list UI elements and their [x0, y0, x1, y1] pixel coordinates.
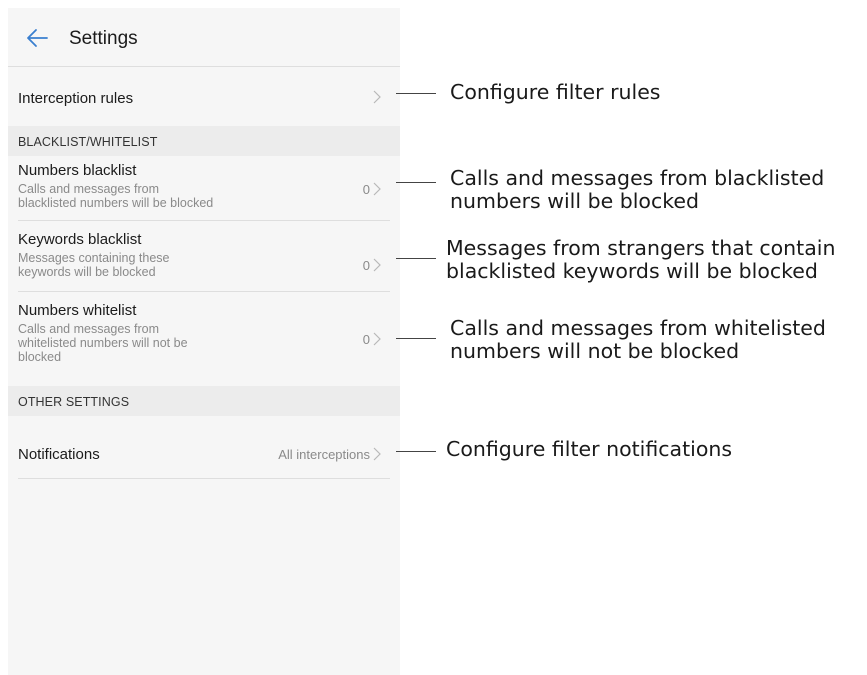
- callout-keywords-blacklist: Messages from strangers that contain bla…: [446, 237, 835, 283]
- numbers-whitelist-count: 0: [362, 332, 370, 347]
- section-header-label: BLACKLIST/WHITELIST: [18, 135, 158, 149]
- chevron-right-icon: [373, 258, 381, 272]
- description-line: Calls and messages from: [18, 182, 160, 196]
- callout-numbers-blacklist: Calls and messages from blacklisted numb…: [450, 167, 824, 213]
- notifications-item[interactable]: Notifications All interceptions: [8, 416, 400, 480]
- description-line: Calls and messages from: [18, 322, 160, 336]
- numbers-whitelist-item[interactable]: Numbers whitelist Calls and messages fro…: [8, 292, 400, 386]
- notifications-value: All interceptions: [278, 447, 370, 462]
- numbers-blacklist-description: Calls and messages from blacklisted numb…: [18, 182, 268, 210]
- callout-line: Messages from strangers that contain: [446, 236, 836, 260]
- callout-notifications: Configure filter notifications: [446, 437, 733, 461]
- description-line: Messages containing these: [18, 251, 170, 265]
- interception-rules-item[interactable]: Interception rules: [8, 68, 400, 126]
- callout-leader-line: [396, 93, 436, 94]
- keywords-blacklist-count: 0: [362, 258, 370, 273]
- description-line: blacklisted numbers will be blocked: [18, 196, 214, 210]
- callout-line: numbers will not be blocked: [450, 339, 740, 363]
- description-line: whitelisted numbers will not be: [18, 336, 188, 350]
- chevron-right-icon: [373, 447, 381, 461]
- callout-line: blacklisted keywords will be blocked: [446, 259, 818, 283]
- divider: [18, 478, 390, 479]
- numbers-whitelist-title: Numbers whitelist: [18, 302, 137, 319]
- section-header-label: OTHER SETTINGS: [18, 395, 130, 409]
- callout-line: Calls and messages from whitelisted: [450, 316, 826, 340]
- callout-interception-rules: Configure filter rules: [450, 80, 661, 104]
- phone-screen: Settings Interception rules BLACKLIST/WH…: [8, 8, 400, 675]
- callout-line: Calls and messages from blacklisted: [450, 166, 825, 190]
- callout-line: numbers will be blocked: [450, 189, 700, 213]
- divider: [8, 66, 400, 67]
- keywords-blacklist-item[interactable]: Keywords blacklist Messages containing t…: [8, 221, 400, 285]
- app-bar: Settings: [8, 8, 400, 66]
- callout-leader-line: [396, 338, 436, 339]
- numbers-blacklist-item[interactable]: Numbers blacklist Calls and messages fro…: [8, 156, 400, 220]
- numbers-blacklist-count: 0: [362, 182, 370, 197]
- chevron-right-icon: [373, 182, 381, 196]
- interception-rules-label: Interception rules: [18, 90, 134, 107]
- callout-leader-line: [396, 182, 436, 183]
- description-line: blocked: [18, 350, 62, 364]
- section-header-other-settings: OTHER SETTINGS: [8, 386, 400, 416]
- callout-leader-line: [396, 258, 436, 259]
- keywords-blacklist-description: Messages containing these keywords will …: [18, 251, 268, 279]
- notifications-label: Notifications: [18, 446, 100, 463]
- callout-numbers-whitelist: Calls and messages from whitelisted numb…: [450, 317, 826, 363]
- chevron-right-icon: [373, 332, 381, 346]
- numbers-blacklist-title: Numbers blacklist: [18, 162, 137, 179]
- numbers-whitelist-description: Calls and messages from whitelisted numb…: [18, 322, 238, 364]
- chevron-right-icon: [373, 90, 381, 104]
- description-line: keywords will be blocked: [18, 265, 156, 279]
- keywords-blacklist-title: Keywords blacklist: [18, 231, 142, 248]
- page-title: Settings: [69, 28, 138, 49]
- section-header-blacklist-whitelist: BLACKLIST/WHITELIST: [8, 126, 400, 156]
- callout-leader-line: [396, 451, 436, 452]
- back-arrow-icon[interactable]: [26, 28, 48, 48]
